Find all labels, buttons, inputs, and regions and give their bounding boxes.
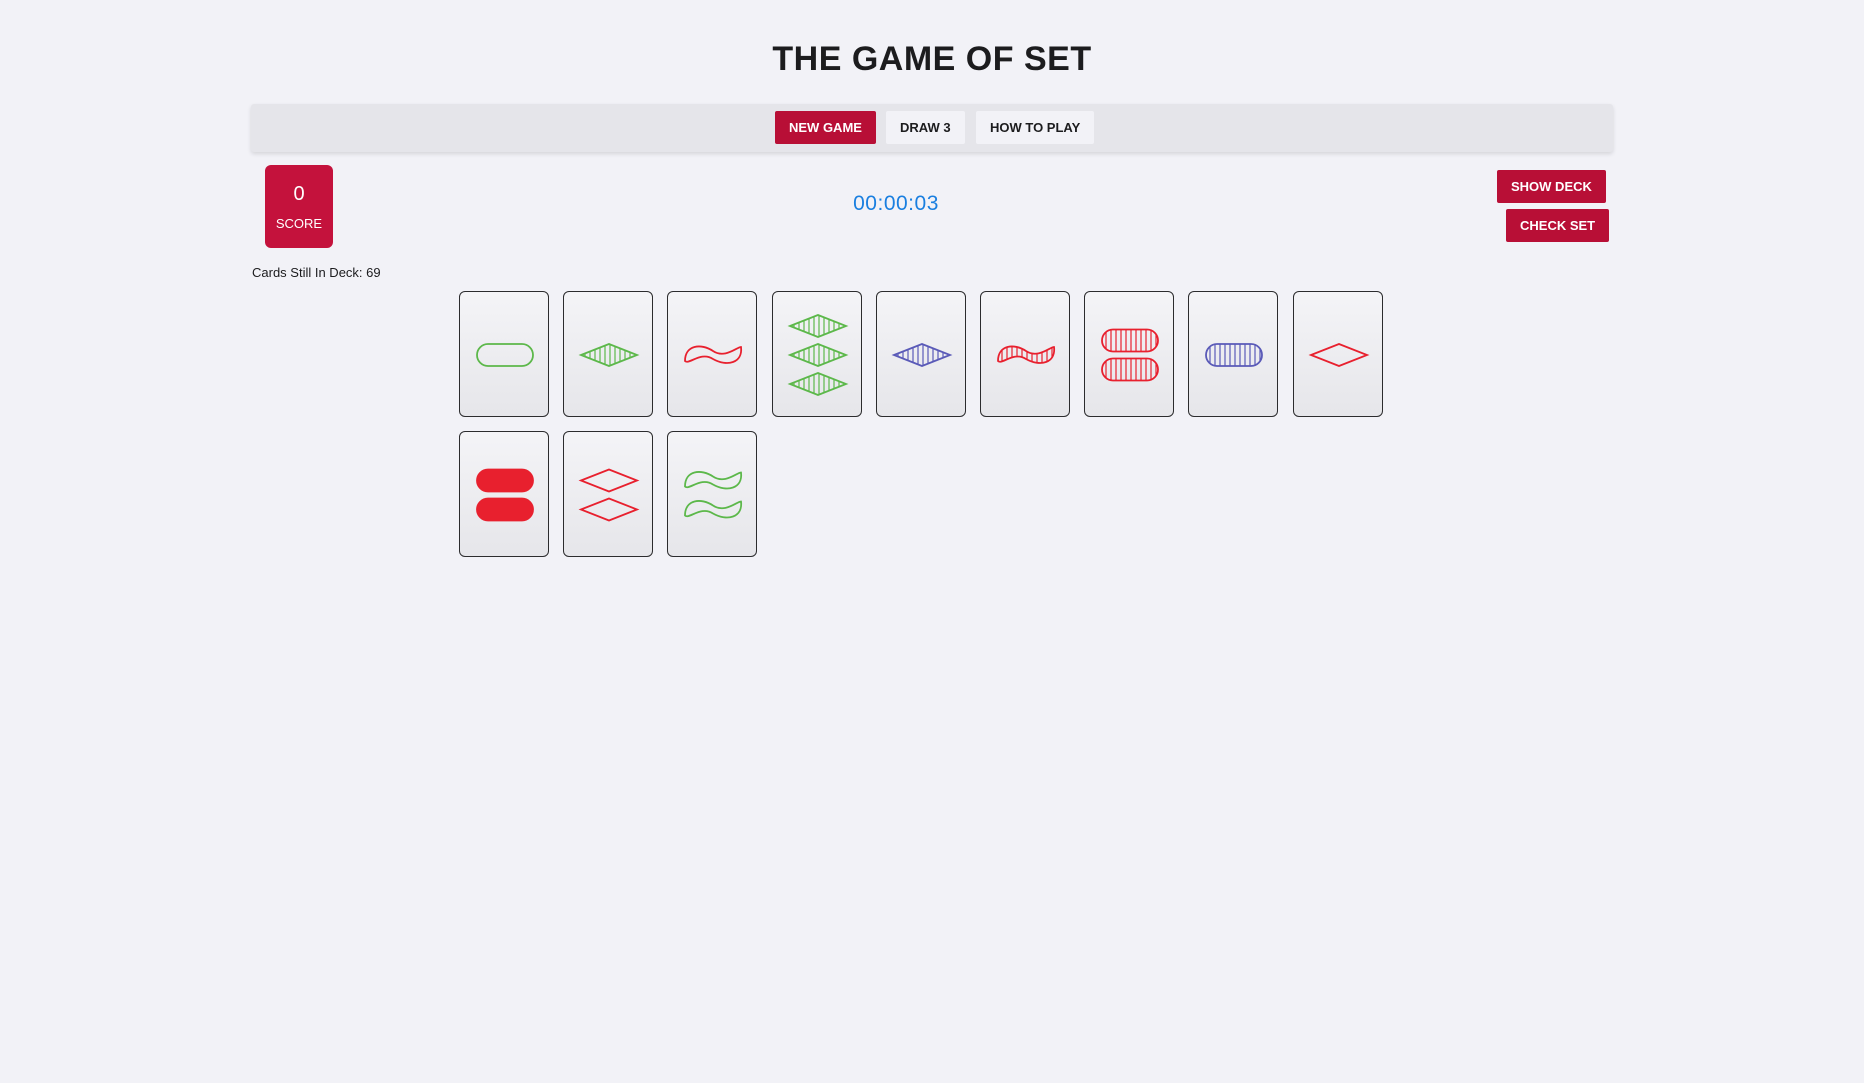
diamond-symbol-group	[578, 343, 640, 367]
oval-symbol-group	[1101, 328, 1160, 382]
oval-symbol	[1101, 357, 1160, 382]
oval-symbol	[1205, 343, 1264, 367]
how-to-play-button[interactable]: HOW TO PLAY	[976, 111, 1095, 144]
set-card[interactable]	[980, 291, 1070, 417]
set-card[interactable]	[1188, 291, 1279, 417]
diamond-symbol	[787, 372, 849, 396]
set-card[interactable]	[459, 291, 549, 417]
set-card[interactable]	[459, 431, 549, 557]
diamond-symbol-group	[578, 468, 640, 522]
set-card[interactable]	[875, 291, 966, 417]
squiggle-symbol	[997, 345, 1055, 364]
squiggle-symbol-group	[684, 345, 743, 364]
squiggle-symbol	[684, 500, 743, 519]
score-box: 0 SCORE	[265, 165, 333, 248]
score-label: SCORE	[275, 216, 323, 231]
diamond-symbol-group	[787, 314, 849, 396]
squiggle-symbol	[684, 471, 743, 490]
oval-symbol	[1101, 328, 1160, 353]
draw-3-button[interactable]: DRAW 3	[886, 111, 965, 144]
set-card[interactable]	[1084, 291, 1175, 417]
oval-symbol	[476, 497, 534, 522]
diamond-symbol	[787, 314, 849, 338]
squiggle-symbol	[684, 345, 743, 364]
diamond-symbol	[578, 468, 640, 493]
diamond-symbol-group	[891, 343, 953, 367]
diamond-symbol	[787, 343, 849, 367]
diamond-symbol	[578, 343, 640, 367]
set-card[interactable]	[563, 431, 654, 557]
page-title: THE GAME OF SET	[772, 40, 1092, 78]
oval-symbol-group	[476, 468, 534, 522]
set-card[interactable]	[563, 291, 654, 417]
set-card[interactable]	[1292, 291, 1383, 417]
toolbar: NEW GAME DRAW 3 HOW TO PLAY	[251, 104, 1613, 152]
score-value: 0	[293, 183, 305, 205]
squiggle-symbol-group	[997, 345, 1055, 364]
oval-symbol-group	[476, 343, 534, 367]
diamond-symbol	[891, 343, 953, 367]
diamond-symbol	[1308, 343, 1370, 367]
new-game-button[interactable]: NEW GAME	[775, 111, 876, 144]
oval-symbol	[476, 343, 534, 367]
game-timer: 00:00:03	[853, 192, 939, 215]
oval-symbol	[476, 468, 534, 493]
set-card[interactable]	[667, 291, 758, 417]
set-card[interactable]	[667, 431, 758, 557]
diamond-symbol-group	[1308, 343, 1370, 367]
check-set-button[interactable]: CHECK SET	[1506, 209, 1610, 242]
show-deck-button[interactable]: SHOW DECK	[1497, 170, 1606, 203]
diamond-symbol	[578, 497, 640, 522]
deck-count: Cards Still In Deck: 69	[252, 265, 381, 280]
oval-symbol-group	[1205, 343, 1264, 367]
set-card[interactable]	[771, 291, 862, 417]
squiggle-symbol-group	[684, 471, 743, 519]
